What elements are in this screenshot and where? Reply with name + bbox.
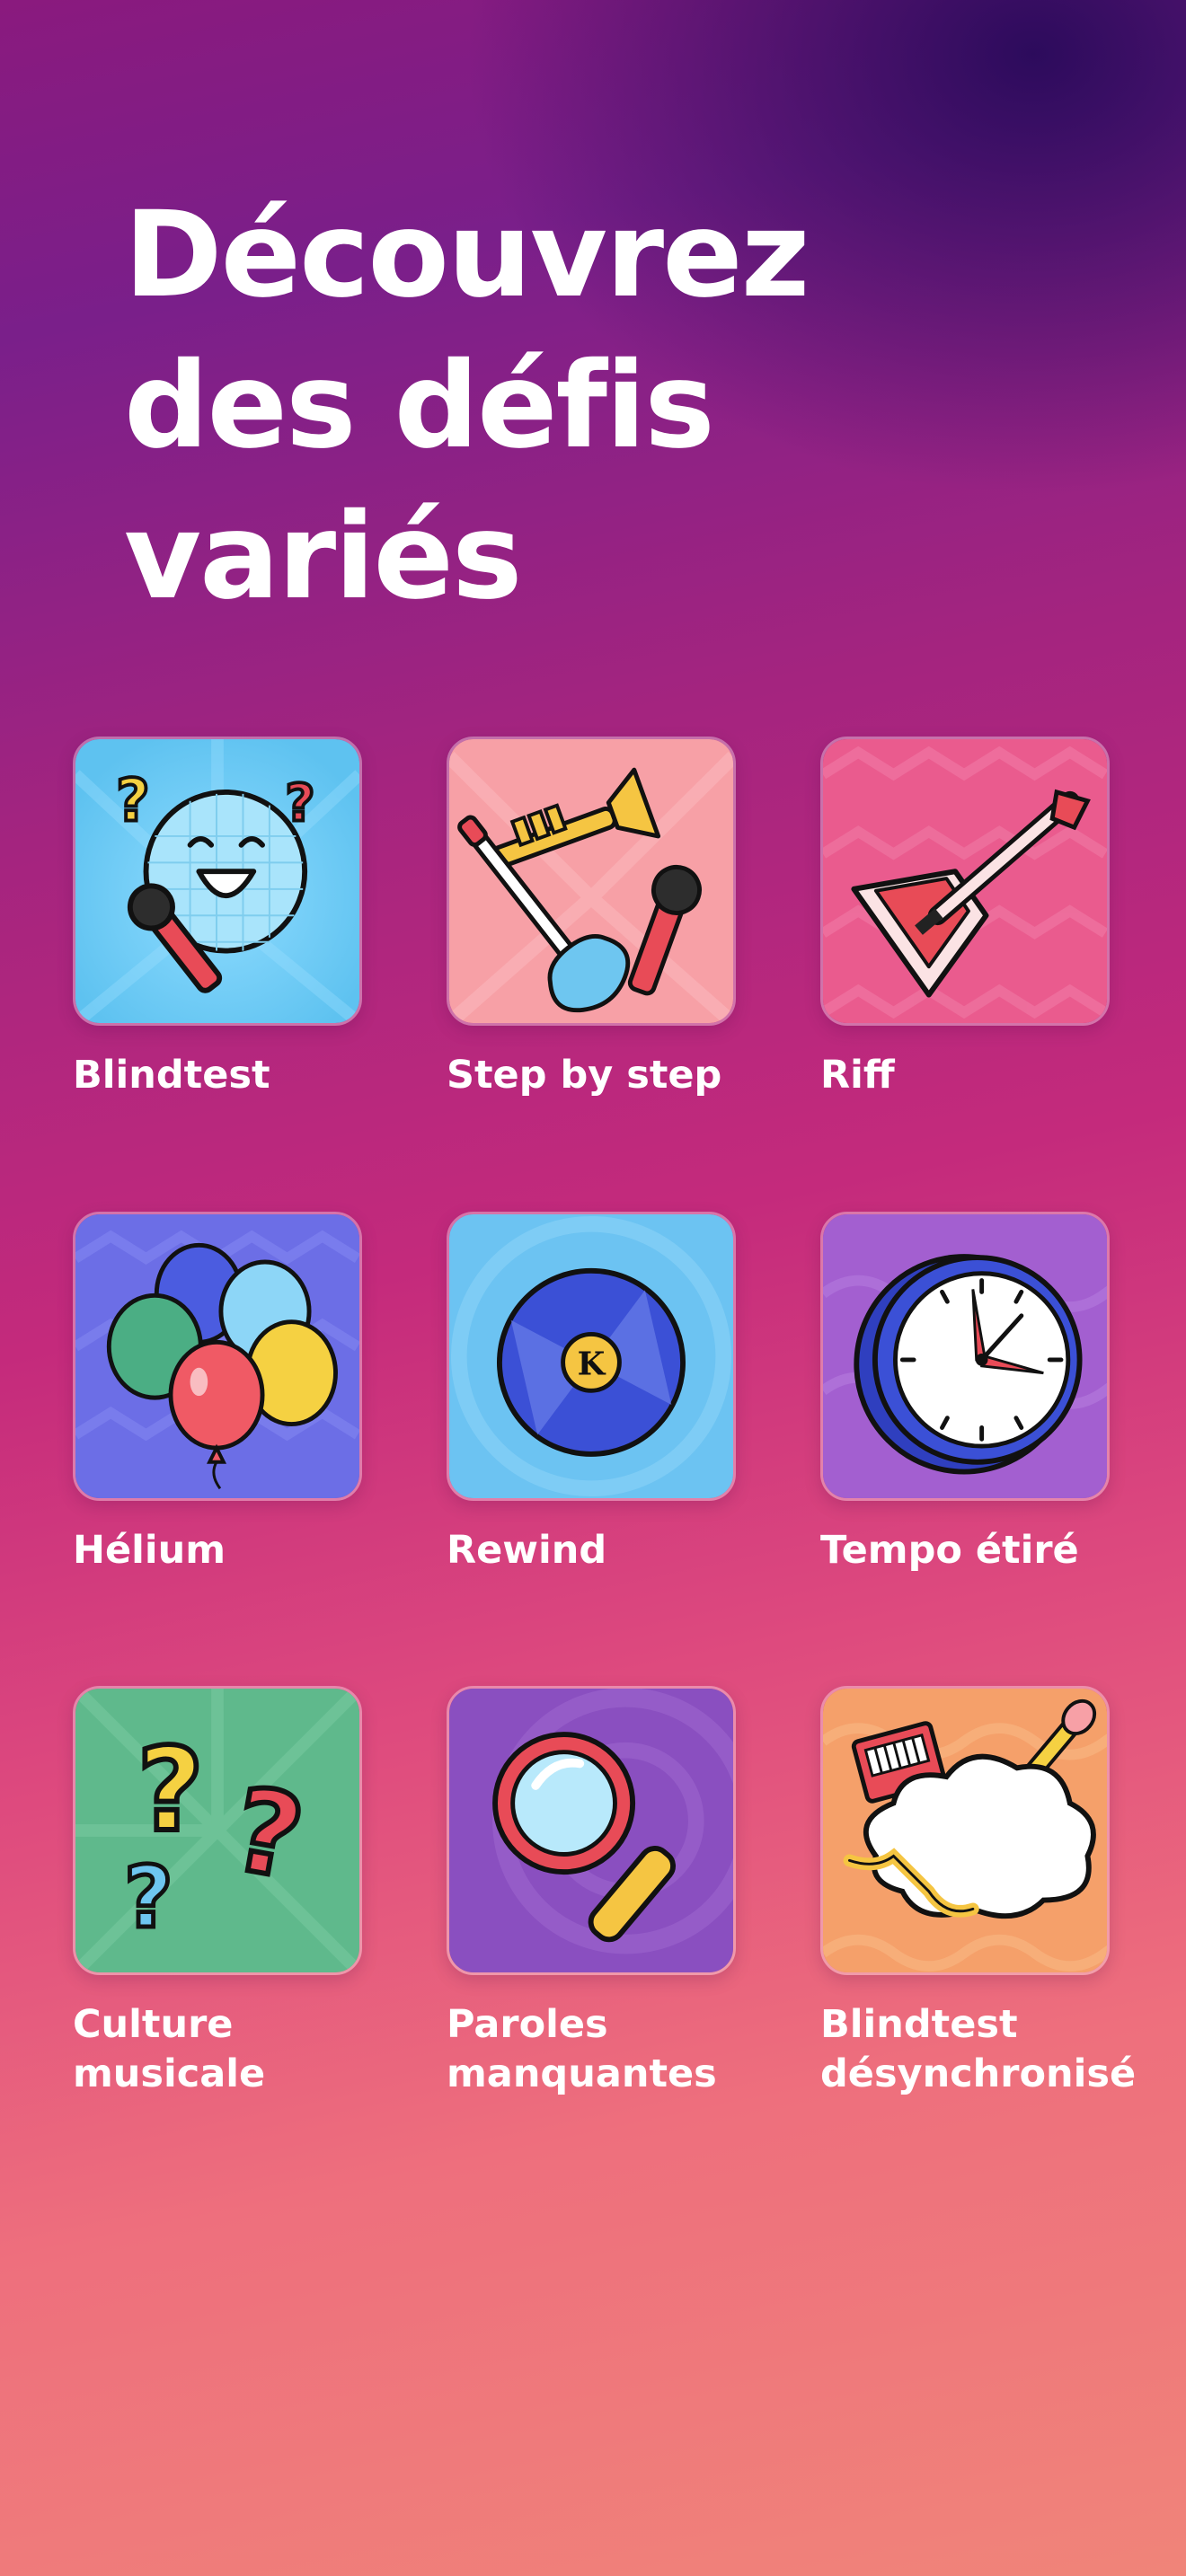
instrument-cloud-icon — [823, 1689, 1107, 1972]
page-title-line-1: Découvrez — [124, 186, 810, 324]
mode-label-riff: Riff — [820, 1053, 895, 1098]
page-title: Découvrez des défis variés — [124, 180, 1112, 632]
mode-label-helium: Hélium — [73, 1528, 226, 1573]
svg-text:?: ? — [137, 1725, 204, 1857]
question-marks-icon: ? ? ? — [75, 1689, 359, 1972]
balloons-icon — [75, 1214, 359, 1498]
svg-text:K: K — [578, 1346, 606, 1383]
mode-label-step-by-step: Step by step — [447, 1053, 722, 1098]
mode-label-rewind: Rewind — [447, 1528, 607, 1573]
mode-tile-riff[interactable] — [820, 737, 1110, 1026]
electric-guitar-icon — [823, 739, 1107, 1023]
mode-label-paroles-manquantes: Paroles manquantes — [447, 2002, 717, 2096]
mode-label-culture-musicale: Culture musicale — [73, 2002, 266, 2096]
vinyl-record-icon: K — [449, 1214, 733, 1498]
page-title-line-2: des défis variés — [124, 337, 715, 626]
instruments-icon — [449, 739, 733, 1023]
mode-tile-blindtest[interactable]: ? ? — [73, 737, 362, 1026]
mode-tile-step-by-step[interactable] — [447, 737, 736, 1026]
mode-tile-culture-musicale[interactable]: ? ? ? — [73, 1686, 362, 1975]
mode-tile-blindtest-desynchronise[interactable] — [820, 1686, 1110, 1975]
magnifying-glass-icon — [449, 1689, 733, 1972]
microphone-disco-ball-icon: ? ? — [75, 739, 359, 1023]
svg-text:?: ? — [286, 773, 315, 833]
mode-tile-helium[interactable] — [73, 1212, 362, 1501]
mode-tile-paroles-manquantes[interactable] — [447, 1686, 736, 1975]
svg-text:?: ? — [116, 767, 150, 834]
clock-icon — [823, 1214, 1107, 1498]
mode-tile-tempo-etire[interactable] — [820, 1212, 1110, 1501]
svg-text:?: ? — [124, 1849, 173, 1947]
mode-label-tempo-etire: Tempo étiré — [820, 1528, 1079, 1573]
mode-tile-rewind[interactable]: K — [447, 1212, 736, 1501]
mode-label-blindtest: Blindtest — [73, 1053, 270, 1098]
mode-label-blindtest-desynchronise: Blindtest désynchronisé — [820, 2002, 1137, 2096]
